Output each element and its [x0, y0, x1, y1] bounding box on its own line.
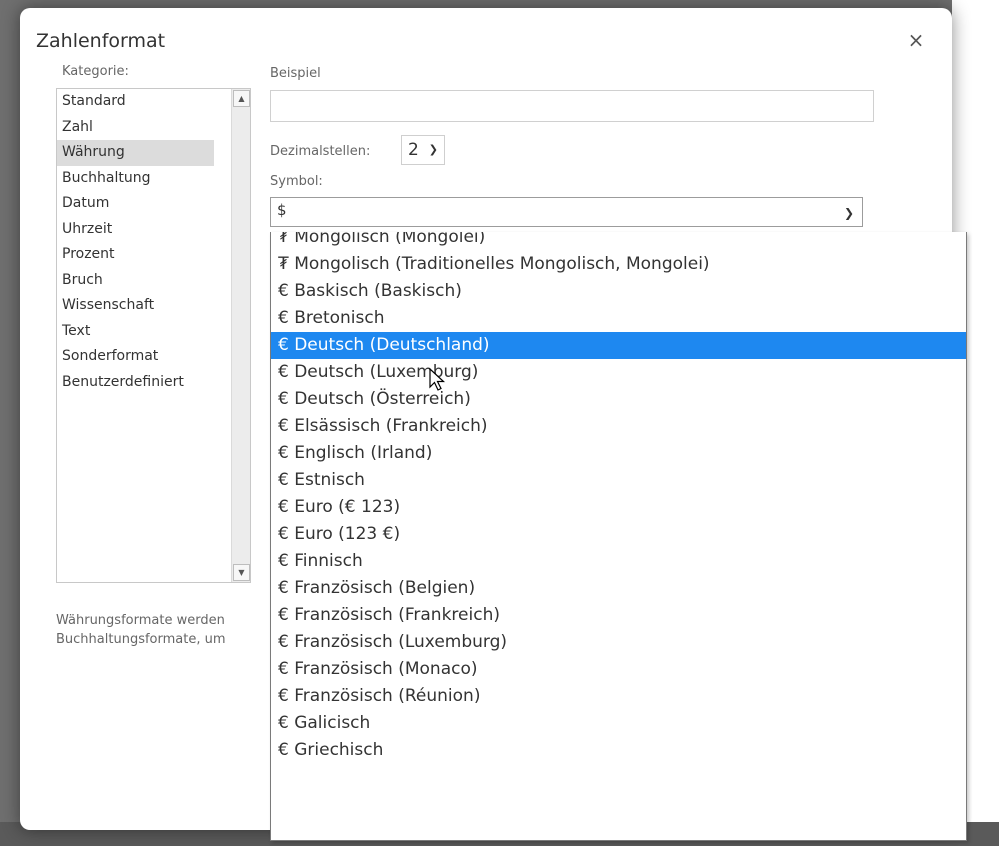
category-item[interactable]: Benutzerdefiniert [57, 370, 214, 396]
symbol-option[interactable]: ₮ Mongolisch (Traditionelles Mongolisch,… [271, 251, 966, 278]
symbol-value: $ [277, 201, 287, 219]
decimals-label: Dezimalstellen: [270, 144, 371, 159]
category-label: Kategorie: [62, 64, 129, 79]
category-item[interactable]: Wissenschaft [57, 293, 214, 319]
symbol-option[interactable]: ₮ Mongolisch (Mongolei) [271, 232, 966, 251]
symbol-option[interactable]: € Estnisch [271, 467, 966, 494]
format-description: Währungsformate werden Buchhaltungsforma… [56, 611, 262, 649]
symbol-option[interactable]: € Griechisch [271, 737, 966, 764]
symbol-option[interactable]: € Französisch (Belgien) [271, 575, 966, 602]
close-button[interactable]: × [904, 28, 928, 52]
symbol-label: Symbol: [270, 174, 323, 189]
category-item[interactable]: Standard [57, 89, 214, 115]
description-line-1: Währungsformate werden [56, 613, 225, 628]
scroll-up-icon[interactable]: ▲ [233, 90, 250, 107]
symbol-option[interactable]: € Deutsch (Deutschland) [271, 332, 966, 359]
category-item[interactable]: Prozent [57, 242, 214, 268]
chevron-down-icon: ❯ [428, 143, 438, 156]
chevron-down-icon: ❯ [843, 206, 854, 220]
symbol-option[interactable]: € Französisch (Frankreich) [271, 602, 966, 629]
category-item[interactable]: Sonderformat [57, 344, 214, 370]
scroll-down-icon[interactable]: ▼ [233, 564, 250, 581]
symbol-select[interactable]: $ ❯ [270, 197, 863, 227]
category-item[interactable]: Datum [57, 191, 214, 217]
symbol-option[interactable]: € Bretonisch [271, 305, 966, 332]
symbol-option[interactable]: € Deutsch (Luxemburg) [271, 359, 966, 386]
category-item[interactable]: Währung [57, 140, 214, 166]
symbol-option[interactable]: € Deutsch (Österreich) [271, 386, 966, 413]
category-item[interactable]: Zahl [57, 115, 214, 141]
symbol-option[interactable]: € Galicisch [271, 710, 966, 737]
category-item[interactable]: Bruch [57, 268, 214, 294]
symbol-option[interactable]: € Englisch (Irland) [271, 440, 966, 467]
decimals-value: 2 [408, 140, 419, 160]
symbol-option[interactable]: € Französisch (Luxemburg) [271, 629, 966, 656]
category-scrollbar[interactable]: ▲ ▼ [231, 89, 250, 582]
category-listbox[interactable]: Standard Zahl Währung Buchhaltung Datum Uhrze… [56, 88, 251, 583]
symbol-dropdown-list[interactable]: ₮ Mongolisch (Mongolei) ₮ Mongolisch (Tra… [270, 232, 967, 841]
category-item[interactable]: Uhrzeit [57, 217, 214, 243]
symbol-option[interactable]: € Französisch (Monaco) [271, 656, 966, 683]
symbol-option[interactable]: € Baskisch (Baskisch) [271, 278, 966, 305]
symbol-option[interactable]: € Elsässisch (Frankreich) [271, 413, 966, 440]
symbol-option[interactable]: € Euro (123 €) [271, 521, 966, 548]
dialog-title: Zahlenformat [36, 30, 166, 52]
category-item[interactable]: Buchhaltung [57, 166, 214, 192]
symbol-option[interactable]: € Französisch (Réunion) [271, 683, 966, 710]
symbol-option[interactable]: € Euro (€ 123) [271, 494, 966, 521]
decimals-select[interactable]: 2 ❯ [401, 135, 445, 165]
example-label: Beispiel [270, 66, 321, 81]
mouse-cursor-icon [429, 368, 445, 391]
example-preview [270, 90, 874, 122]
category-item[interactable]: Text [57, 319, 214, 345]
symbol-option[interactable]: € Finnisch [271, 548, 966, 575]
description-line-2: Buchhaltungsformate, um [56, 632, 226, 647]
